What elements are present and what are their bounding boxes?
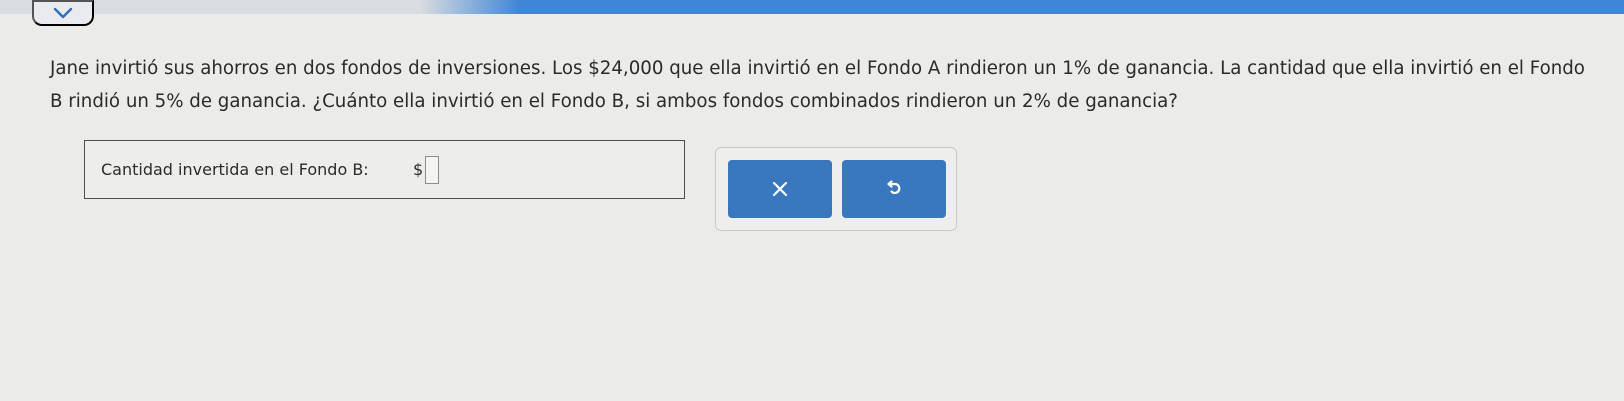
question-text: Jane invirtió sus ahorros en dos fondos … <box>50 58 1585 112</box>
collapse-button[interactable] <box>32 0 94 26</box>
undo-icon <box>887 180 901 195</box>
currency-symbol: $ <box>413 160 424 179</box>
chevron-down-icon <box>53 7 73 19</box>
top-bar <box>0 0 1624 14</box>
answer-label: Cantidad invertida en el Fondo B: <box>101 160 369 179</box>
clear-button[interactable] <box>728 160 832 218</box>
answer-actions-panel <box>715 147 957 231</box>
answer-box: Cantidad invertida en el Fondo B: $ <box>84 140 685 199</box>
undo-button[interactable] <box>842 160 946 218</box>
amount-input[interactable] <box>425 156 439 184</box>
close-icon <box>772 181 788 197</box>
